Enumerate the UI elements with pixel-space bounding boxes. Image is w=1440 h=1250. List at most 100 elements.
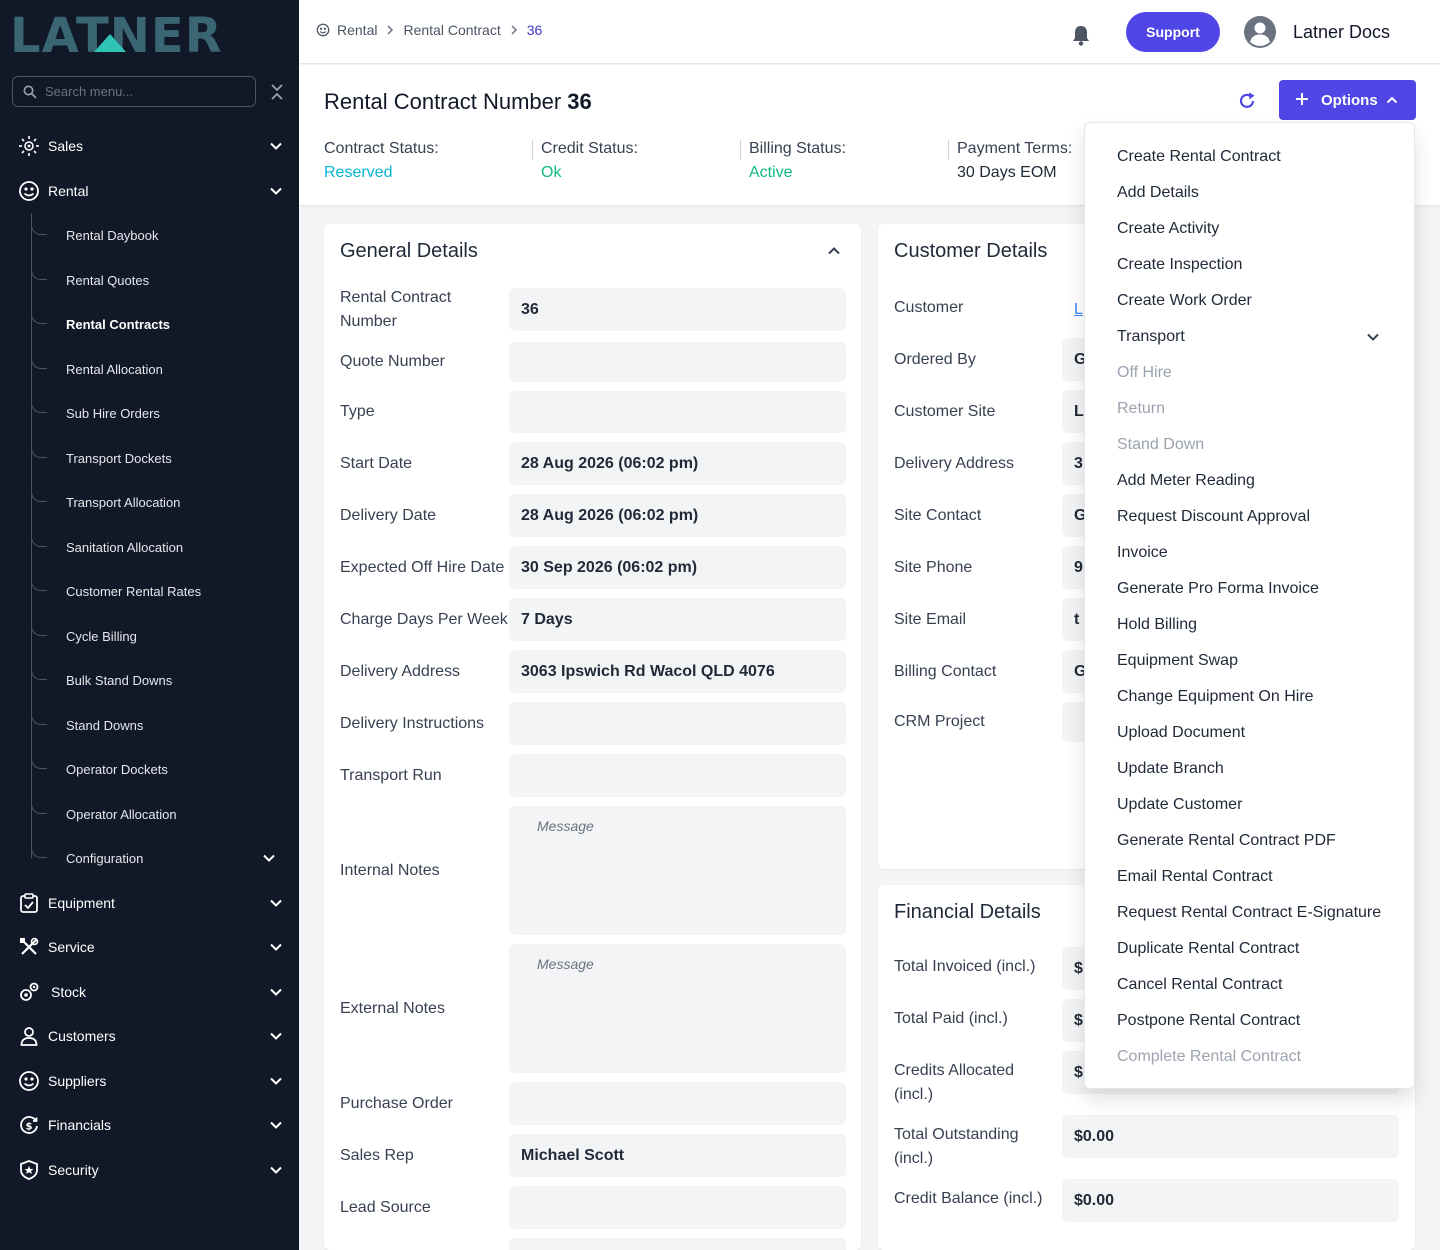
sidebar-item-transport-dockets[interactable]: Transport Dockets <box>31 442 299 474</box>
menu-item-update-branch[interactable]: Update Branch <box>1117 757 1224 781</box>
sidebar-item-bulk-stand-downs[interactable]: Bulk Stand Downs <box>31 664 299 696</box>
next-field[interactable] <box>509 1238 846 1250</box>
lead-source-field[interactable] <box>509 1186 846 1229</box>
billing-status-value: Active <box>749 164 793 181</box>
sidebar-item-label: Rental Allocation <box>66 361 163 377</box>
nav-stock[interactable]: Stock <box>0 974 299 1010</box>
menu-item-duplicate-rental-contract[interactable]: Duplicate Rental Contract <box>1117 937 1299 961</box>
sidebar-item-label: Sub Hire Orders <box>66 405 160 421</box>
sidebar-item-stand-downs[interactable]: Stand Downs <box>31 709 299 741</box>
menu-item-request-e-signature[interactable]: Request Rental Contract E-Signature <box>1117 901 1381 925</box>
sidebar-item-rental-allocation[interactable]: Rental Allocation <box>31 353 299 385</box>
expected-off-hire-date-field[interactable]: 30 Sep 2026 (06:02 pm) <box>509 546 846 589</box>
sidebar-item-rental-quotes[interactable]: Rental Quotes <box>31 264 299 296</box>
search-box[interactable] <box>12 76 256 107</box>
sidebar: LATNER Sales Rental Rental Daybook Renta… <box>0 0 299 1250</box>
sidebar-item-transport-allocation[interactable]: Transport Allocation <box>31 486 299 518</box>
user-name[interactable]: Latner Docs <box>1293 22 1390 43</box>
menu-item-email-rental-contract[interactable]: Email Rental Contract <box>1117 865 1273 889</box>
menu-item-create-rental-contract[interactable]: Create Rental Contract <box>1117 145 1281 169</box>
avatar[interactable] <box>1244 16 1276 48</box>
nav-suppliers[interactable]: Suppliers <box>0 1063 299 1099</box>
chevron-up-icon[interactable] <box>826 243 842 259</box>
refresh-icon[interactable] <box>1237 91 1257 111</box>
sidebar-item-cycle-billing[interactable]: Cycle Billing <box>31 620 299 652</box>
nav-customers-label: Customers <box>48 1028 116 1044</box>
menu-item-generate-pro-forma-invoice[interactable]: Generate Pro Forma Invoice <box>1117 577 1319 601</box>
nav-financials[interactable]: $ Financials <box>0 1107 299 1143</box>
collapse-sidebar-icon[interactable] <box>268 82 286 102</box>
field-label: Charge Days Per Week <box>340 611 508 628</box>
menu-item-add-details[interactable]: Add Details <box>1117 181 1199 205</box>
sidebar-item-customer-rental-rates[interactable]: Customer Rental Rates <box>31 575 299 607</box>
transport-run-field[interactable] <box>509 754 846 797</box>
menu-item-create-activity[interactable]: Create Activity <box>1117 217 1219 241</box>
field-label: Site Email <box>894 611 967 628</box>
contract-status-label: Contract Status: <box>324 140 439 157</box>
menu-item-postpone-rental-contract[interactable]: Postpone Rental Contract <box>1117 1009 1300 1033</box>
sidebar-item-configuration[interactable]: Configuration <box>31 842 299 874</box>
rental-contract-number-field[interactable]: 36 <box>509 288 846 331</box>
options-button[interactable]: Options <box>1279 80 1416 120</box>
chevron-down-icon <box>270 1121 282 1129</box>
field-label: Type <box>340 403 375 420</box>
menu-item-invoice[interactable]: Invoice <box>1117 541 1168 565</box>
menu-item-equipment-swap[interactable]: Equipment Swap <box>1117 649 1238 673</box>
delivery-date-field[interactable]: 28 Aug 2026 (06:02 pm) <box>509 494 846 537</box>
quote-number-field[interactable] <box>509 342 846 382</box>
field-label: Customer Site <box>894 403 996 420</box>
charge-days-per-week-field[interactable]: 7 Days <box>509 598 846 641</box>
start-date-field[interactable]: 28 Aug 2026 (06:02 pm) <box>509 442 846 485</box>
nav-rental[interactable]: Rental <box>0 173 299 209</box>
nav-customers[interactable]: Customers <box>0 1018 299 1054</box>
breadcrumb-rental-contract[interactable]: Rental Contract <box>403 22 500 38</box>
payment-terms: Payment Terms: 30 Days EOM <box>957 140 1072 182</box>
chevron-up-icon <box>1386 96 1398 104</box>
purchase-order-field[interactable] <box>509 1082 846 1125</box>
sales-rep-field[interactable]: Michael Scott <box>509 1134 846 1177</box>
breadcrumb-rental[interactable]: Rental <box>337 22 377 38</box>
menu-item-hold-billing[interactable]: Hold Billing <box>1117 613 1197 637</box>
sidebar-item-label: Stand Downs <box>66 717 144 733</box>
field-label: Sales Rep <box>340 1147 414 1164</box>
nav-sales[interactable]: Sales <box>0 128 299 164</box>
sidebar-item-operator-dockets[interactable]: Operator Dockets <box>31 753 299 785</box>
field-label: Site Phone <box>894 559 973 576</box>
field-label: Delivery Date <box>340 507 437 524</box>
sidebar-item-rental-contracts[interactable]: Rental Contracts <box>31 308 299 340</box>
menu-item-transport[interactable]: Transport <box>1117 325 1185 349</box>
menu-item-stand-down: Stand Down <box>1117 436 1205 453</box>
bell-icon[interactable] <box>1071 24 1091 46</box>
financials-icon: $ <box>18 1114 40 1136</box>
delivery-instructions-field[interactable] <box>509 702 846 745</box>
nav-service[interactable]: Service <box>0 929 299 965</box>
external-notes-textarea[interactable]: Message <box>509 944 846 1073</box>
sidebar-item-operator-allocation[interactable]: Operator Allocation <box>31 798 299 830</box>
search-input[interactable] <box>45 84 235 99</box>
menu-item-complete-rental-contract: Complete Rental Contract <box>1117 1048 1302 1065</box>
payment-terms-label: Payment Terms: <box>957 140 1073 157</box>
menu-item-request-discount-approval[interactable]: Request Discount Approval <box>1117 505 1310 529</box>
latner-logo[interactable]: LATNER <box>10 10 280 56</box>
sidebar-item-sanitation-allocation[interactable]: Sanitation Allocation <box>31 531 299 563</box>
menu-item-generate-rental-contract-pdf[interactable]: Generate Rental Contract PDF <box>1117 829 1336 853</box>
menu-item-change-equipment-on-hire[interactable]: Change Equipment On Hire <box>1117 685 1314 709</box>
menu-item-upload-document[interactable]: Upload Document <box>1117 721 1245 745</box>
nav-equipment[interactable]: Equipment <box>0 885 299 921</box>
menu-item-add-meter-reading[interactable]: Add Meter Reading <box>1117 469 1255 493</box>
support-button[interactable]: Support <box>1126 12 1220 52</box>
menu-item-cancel-rental-contract[interactable]: Cancel Rental Contract <box>1117 973 1282 997</box>
chevron-down-icon[interactable] <box>1365 329 1381 345</box>
delivery-address-field[interactable]: 3063 Ipswich Rd Wacol QLD 4076 <box>509 650 846 693</box>
divider <box>740 140 741 160</box>
contract-status-value: Reserved <box>324 164 393 181</box>
sidebar-item-rental-daybook[interactable]: Rental Daybook <box>31 219 299 251</box>
type-field[interactable] <box>509 391 846 433</box>
sidebar-item-sub-hire-orders[interactable]: Sub Hire Orders <box>31 397 299 429</box>
sidebar-item-label: Operator Allocation <box>66 806 177 822</box>
menu-item-update-customer[interactable]: Update Customer <box>1117 793 1242 817</box>
menu-item-create-inspection[interactable]: Create Inspection <box>1117 253 1242 277</box>
internal-notes-textarea[interactable]: Message <box>509 806 846 935</box>
nav-security[interactable]: Security <box>0 1152 299 1188</box>
menu-item-create-work-order[interactable]: Create Work Order <box>1117 289 1252 313</box>
